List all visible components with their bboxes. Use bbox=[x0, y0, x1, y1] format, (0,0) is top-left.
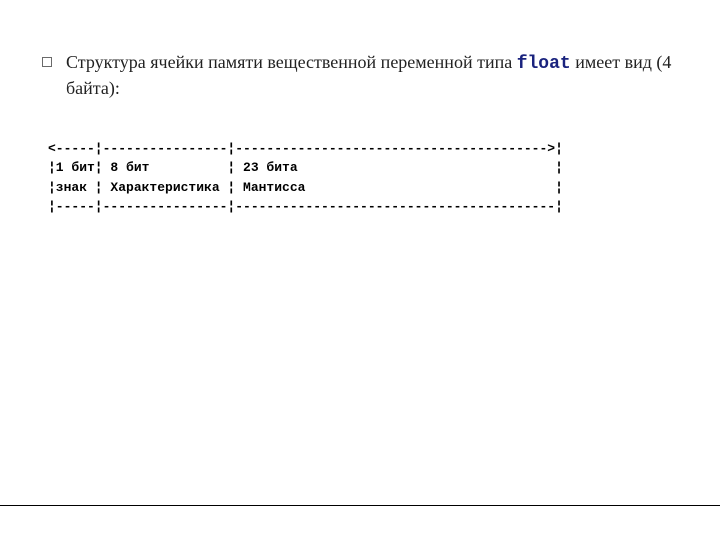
bullet-text-before: Структура ячейки памяти вещественной пер… bbox=[66, 52, 517, 72]
bullet-square-icon bbox=[42, 57, 52, 67]
diagram-line-1: <-----¦----------------¦----------------… bbox=[48, 139, 688, 159]
slide: Структура ячейки памяти вещественной пер… bbox=[0, 0, 720, 540]
bullet-item: Структура ячейки памяти вещественной пер… bbox=[32, 50, 688, 101]
diagram-line-3: ¦знак ¦ Характеристика ¦ Мантисса ¦ bbox=[48, 178, 688, 198]
bullet-text: Структура ячейки памяти вещественной пер… bbox=[66, 50, 688, 101]
diagram-line-2: ¦1 бит¦ 8 бит ¦ 23 бита ¦ bbox=[48, 158, 688, 178]
footer-divider bbox=[0, 505, 720, 506]
diagram-line-4: ¦-----¦----------------¦----------------… bbox=[48, 197, 688, 217]
ascii-diagram: <-----¦----------------¦----------------… bbox=[32, 139, 688, 217]
type-keyword: float bbox=[517, 54, 571, 74]
